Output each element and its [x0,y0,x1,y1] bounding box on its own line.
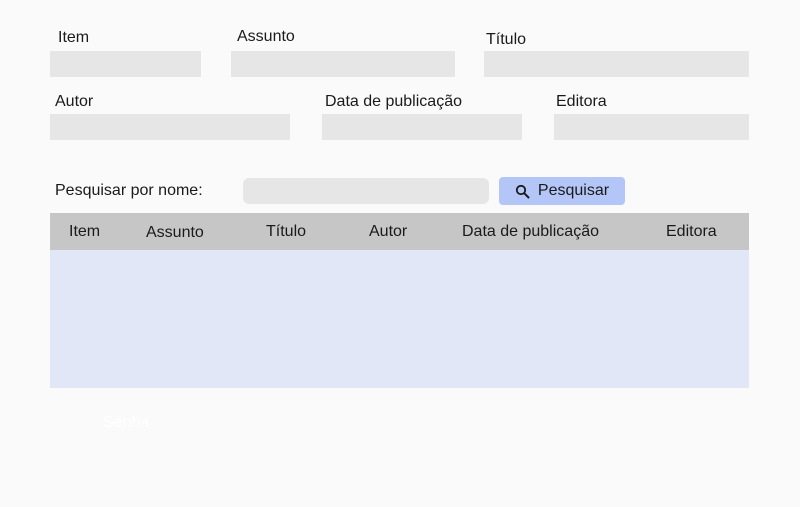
data-publicacao-label: Data de publicação [325,93,462,110]
data-publicacao-field[interactable] [322,114,522,140]
column-header-item: Item [69,223,101,240]
results-table: Item Assunto Título Autor Data de public… [50,213,749,388]
autor-field[interactable] [50,114,290,140]
editora-field[interactable] [554,114,749,140]
search-input[interactable] [243,178,489,204]
table-header: Item Assunto Título Autor Data de public… [50,213,749,250]
autor-label: Autor [55,93,94,110]
titulo-label: Título [486,31,527,48]
column-header-assunto: Assunto [146,224,204,241]
titulo-field[interactable] [484,51,749,77]
search-icon [515,184,530,199]
column-header-editora: Editora [666,223,717,240]
search-button[interactable]: Pesquisar [499,177,625,205]
assunto-label: Assunto [237,28,295,45]
item-label: Item [58,29,90,46]
search-button-label: Pesquisar [537,182,610,199]
item-field[interactable] [50,51,201,77]
table-body [50,250,749,388]
editora-label: Editora [556,93,607,110]
assunto-field[interactable] [231,51,455,77]
search-label: Pesquisar por nome: [55,182,203,199]
column-header-autor: Autor [369,223,408,240]
column-header-titulo: Título [266,223,307,240]
column-header-data-publicacao: Data de publicação [462,223,599,240]
senha-label: Senha [103,414,150,431]
